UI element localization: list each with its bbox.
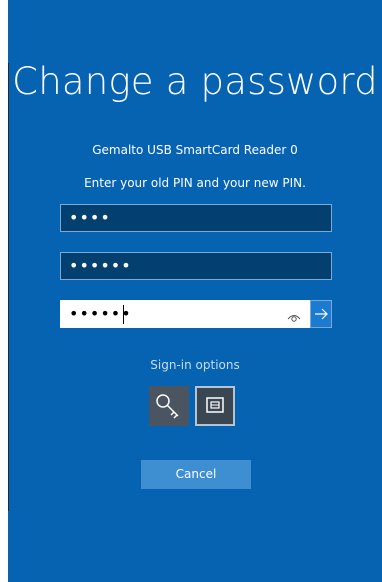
page-title: Change a password (12, 60, 378, 103)
reader-name: Gemalto USB SmartCard Reader 0 (92, 143, 298, 157)
new-pin-field[interactable]: •••••• (60, 252, 332, 280)
instruction-text: Enter your old PIN and your new PIN. (84, 176, 306, 190)
sign-in-options-label: Sign-in options (150, 358, 240, 372)
smartcard-sign-in-option[interactable] (195, 386, 235, 426)
old-pin-value: •••• (69, 208, 111, 227)
cancel-button[interactable]: Cancel (141, 460, 251, 489)
new-pin-value: •••••• (69, 256, 132, 275)
old-pin-field[interactable]: •••• (60, 204, 332, 232)
key-sign-in-option[interactable] (149, 386, 189, 426)
submit-button[interactable] (310, 300, 332, 328)
lock-screen: Change a password Gemalto USB SmartCard … (8, 0, 382, 582)
smartcard-icon (206, 397, 224, 413)
text-caret (123, 305, 124, 324)
arrow-right-icon (315, 308, 328, 320)
confirm-pin-field[interactable]: •••••• (60, 300, 310, 328)
key-icon (156, 394, 179, 419)
window-edge (8, 63, 9, 511)
eye-icon[interactable] (287, 308, 301, 322)
